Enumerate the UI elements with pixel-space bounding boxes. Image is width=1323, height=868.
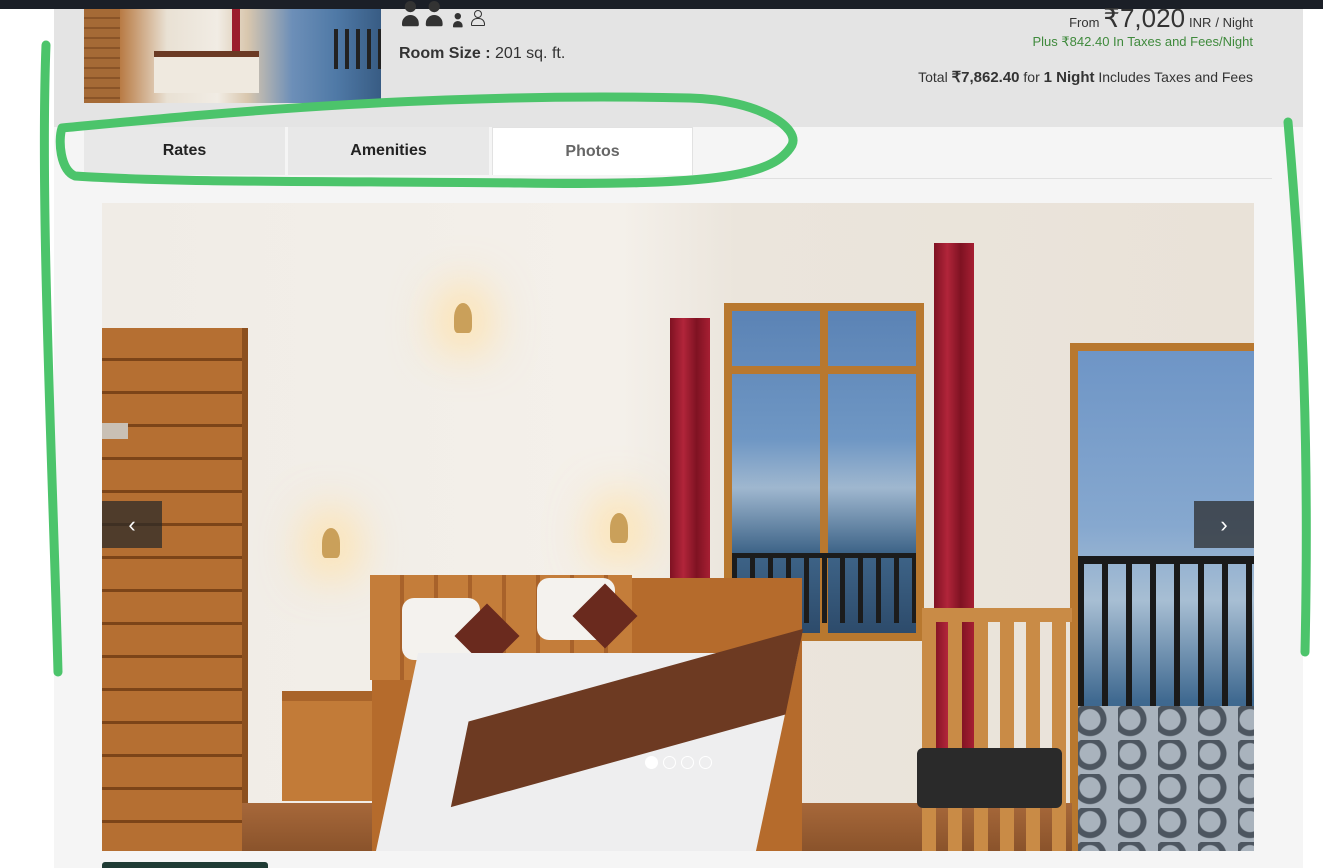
room-tabs: Rates Amenities Photos <box>84 127 693 175</box>
chevron-right-icon: › <box>1220 511 1228 537</box>
adult-icon <box>425 1 443 29</box>
tab-rates[interactable]: Rates <box>84 127 285 175</box>
price-amount: ₹7,020 <box>1103 3 1186 33</box>
balcony-floor <box>1078 706 1254 851</box>
carousel-dot-4[interactable] <box>699 756 712 769</box>
price-per-night: / Night <box>1215 15 1253 30</box>
carousel-dot-2[interactable] <box>663 756 676 769</box>
tab-photos[interactable]: Photos <box>492 127 693 175</box>
price-from-line: From ₹7,020 INR / Night <box>918 3 1253 34</box>
thumbnail-balcony <box>334 29 381 69</box>
total-for: for <box>1023 69 1040 85</box>
carousel-next-button[interactable]: › <box>1194 501 1254 548</box>
photo-wall-lamp <box>322 528 340 558</box>
room-thumbnail-image[interactable] <box>84 9 381 103</box>
carousel-dot-1[interactable] <box>645 756 658 769</box>
thumbnail-bed <box>154 51 259 93</box>
total-nights: 1 Night <box>1043 69 1095 86</box>
taxes-and-fees: Plus ₹842.40 In Taxes and Fees/Night <box>1032 34 1254 49</box>
carousel-prev-button[interactable]: ‹ <box>102 501 162 548</box>
book-button-partial[interactable] <box>102 862 268 868</box>
thumbnail-door <box>84 9 120 103</box>
occupancy-icons <box>402 1 485 29</box>
photo-chair-seat <box>917 748 1062 808</box>
adult-icon <box>402 1 419 29</box>
photo-door-plate <box>102 423 128 439</box>
room-size-label: Room Size : <box>399 45 491 62</box>
total-suffix: Includes Taxes and Fees <box>1098 69 1253 85</box>
photo-door <box>102 328 248 851</box>
adults-capacity <box>402 1 443 29</box>
total-label: Total <box>918 69 948 85</box>
total-price: Total ₹7,862.40 for 1 Night Includes Tax… <box>918 68 1253 86</box>
tab-amenities[interactable]: Amenities <box>288 127 489 175</box>
price-block: From ₹7,020 INR / Night Plus ₹842.40 In … <box>918 3 1253 86</box>
carousel-dot-3[interactable] <box>681 756 694 769</box>
balcony-railing <box>1078 556 1254 706</box>
photo-wall-light <box>454 303 472 333</box>
price-currency: INR <box>1189 15 1212 30</box>
child-outline-icon <box>471 9 485 26</box>
room-summary-header: Room Size : 201 sq. ft. From ₹7,020 INR … <box>54 1 1303 127</box>
carousel-indicators <box>645 756 712 769</box>
total-amount: ₹7,862.40 <box>951 69 1020 86</box>
window-transom <box>732 366 916 374</box>
photo-wall-lamp <box>610 513 628 543</box>
from-label: From <box>1069 15 1100 30</box>
room-size: Room Size : 201 sq. ft. <box>399 45 565 63</box>
chevron-left-icon: ‹ <box>128 511 136 537</box>
tabs-divider <box>84 178 1272 179</box>
photo-balcony-door <box>1070 343 1254 851</box>
room-size-value: 201 sq. ft. <box>495 45 566 62</box>
photo-chair <box>922 608 1072 851</box>
child-icon <box>453 13 463 29</box>
photo-carousel[interactable]: ‹ › <box>102 203 1254 851</box>
children-capacity <box>453 9 485 29</box>
room-details-panel: Room Size : 201 sq. ft. From ₹7,020 INR … <box>54 1 1303 868</box>
